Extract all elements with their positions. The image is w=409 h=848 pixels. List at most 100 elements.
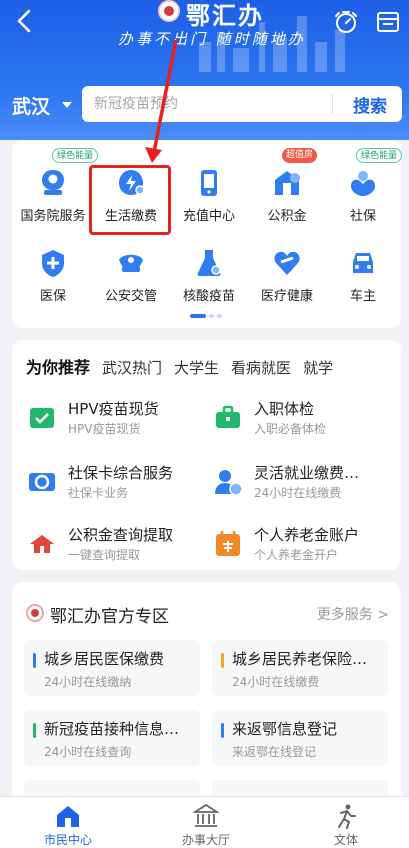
- recommend-item[interactable]: 社保卡综合服务 社保卡业务: [26, 462, 206, 506]
- tab-label: 文体: [333, 833, 358, 847]
- recommend-subtitle: HPV疫苗现货: [68, 422, 141, 436]
- app-page: 鄂汇办 办事不出门 随时随地办 武汉 搜索 绿色能量: [0, 0, 409, 848]
- accent-bar: [33, 723, 36, 738]
- recommend-title: 入职体检: [254, 400, 315, 418]
- tab-for-you[interactable]: 为你推荐: [26, 354, 90, 378]
- service-label: 公安交管: [104, 289, 157, 304]
- recommend-item[interactable]: 公积金查询提取 一键查询提取: [26, 524, 206, 568]
- official-zone-card: 鄂汇办官方专区 更多服务 > 城乡居民医保缴费 24小时在线缴纳 城乡居民养老保…: [12, 582, 401, 812]
- phone-recharge-icon: [201, 170, 217, 196]
- social-card-icon: [29, 473, 55, 491]
- tab-label: 市民中心: [43, 833, 92, 847]
- app-title: 鄂汇办: [186, 2, 264, 30]
- car-icon: [353, 253, 373, 273]
- search-input[interactable]: [94, 93, 324, 115]
- tab-citizen-center[interactable]: 市民中心: [18, 801, 118, 847]
- home-icon: [57, 806, 79, 827]
- official-service-subtitle: 来返鄂在线登记: [232, 745, 317, 759]
- service-social-security[interactable]: 绿色能量 社保: [324, 148, 403, 224]
- recommend-subtitle: 入职必备体检: [254, 422, 327, 436]
- inbox-icon[interactable]: [374, 8, 402, 36]
- stopwatch-icon[interactable]: [332, 8, 360, 36]
- recommend-title: 公积金查询提取: [68, 526, 174, 544]
- recommend-subtitle: 24小时在线缴费: [254, 486, 342, 500]
- official-service-title: 城乡居民养老保险…: [232, 650, 368, 668]
- official-service-card[interactable]: 城乡居民医保缴费 24小时在线缴纳: [24, 640, 200, 696]
- recommend-item[interactable]: HPV疫苗现货 HPV疫苗现货: [26, 398, 206, 442]
- recommend-subtitle: 一键查询提取: [68, 548, 141, 562]
- official-service-card[interactable]: 城乡居民养老保险… 24小时在线缴费: [212, 640, 388, 696]
- recommend-title: HPV疫苗现货: [68, 400, 159, 418]
- official-service-title: 城乡居民医保缴费: [44, 650, 165, 668]
- tab-college[interactable]: 大学生: [174, 357, 219, 378]
- service-label: 车主: [349, 289, 376, 304]
- search-row: 武汉 搜索: [0, 86, 409, 126]
- accent-bar: [221, 723, 224, 738]
- search-button[interactable]: 搜索: [340, 89, 400, 119]
- calendar-pension-icon: [216, 531, 240, 556]
- social-security-icon: [351, 171, 375, 196]
- promo-badge: 超值房: [282, 148, 318, 163]
- service-health[interactable]: 医疗健康: [248, 230, 326, 304]
- city-selector[interactable]: 武汉: [12, 92, 50, 119]
- highlight-box: [89, 165, 171, 235]
- service-car-owner[interactable]: 车主: [324, 230, 402, 304]
- service-grid: 绿色能量 国务院服务 生活缴费 充值中心 超值房 公积金 绿色能量 社保 医保 …: [12, 140, 403, 328]
- tab-label: 办事大厅: [181, 833, 230, 847]
- official-service-card[interactable]: 新冠疫苗接种信息… 24小时在线查询: [24, 710, 200, 766]
- tab-school[interactable]: 就学: [303, 357, 333, 378]
- official-service-card[interactable]: 来返鄂信息登记 来返鄂在线登记: [212, 710, 388, 766]
- official-service-subtitle: 24小时在线缴纳: [44, 675, 132, 689]
- header-banner: 鄂汇办 办事不出门 随时随地办 武汉 搜索: [0, 0, 409, 140]
- service-label: 公积金: [267, 209, 307, 224]
- hpv-vaccine-icon: [30, 408, 54, 428]
- police-cap-icon: [119, 254, 143, 272]
- official-zone-title: 鄂汇办官方专区: [50, 607, 169, 627]
- search-box: 搜索: [82, 86, 402, 122]
- green-energy-badge: 绿色能量: [356, 148, 403, 163]
- tab-culture-sports[interactable]: 文体: [296, 801, 396, 847]
- tab-medical[interactable]: 看病就医: [231, 357, 291, 378]
- app-logo-small: [26, 604, 44, 622]
- service-label: 医保: [39, 289, 66, 304]
- recommend-tabs: 为你推荐 武汉热门 大学生 看病就医 就学: [26, 354, 345, 378]
- recommend-subtitle: 个人养老金开户: [254, 548, 339, 562]
- person-yuan-icon: [215, 470, 243, 496]
- gov-service-icon: [42, 170, 64, 195]
- runner-icon: [338, 804, 356, 829]
- service-gov[interactable]: 绿色能量 国务院服务: [14, 148, 99, 224]
- service-nucleic-vaccine[interactable]: 核酸疫苗: [170, 230, 248, 304]
- tab-wuhan-hot[interactable]: 武汉热门: [102, 357, 162, 378]
- page-indicator: [190, 314, 225, 318]
- service-label: 国务院服务: [20, 209, 86, 224]
- recommend-title: 社保卡综合服务: [68, 464, 174, 482]
- service-police[interactable]: 公安交管: [92, 230, 170, 304]
- back-arrow-icon[interactable]: [10, 6, 40, 36]
- service-recharge[interactable]: 充值中心: [170, 150, 248, 224]
- tab-service-hall[interactable]: 办事大厅: [156, 801, 256, 847]
- recommend-item[interactable]: 个人养老金账户 个人养老金开户: [212, 524, 392, 568]
- service-label: 充值中心: [182, 209, 235, 224]
- service-medical-insurance[interactable]: 医保: [14, 230, 92, 304]
- app-slogan: 办事不出门 随时随地办: [118, 30, 306, 48]
- service-label: 社保: [349, 209, 376, 224]
- recommend-title: 灵活就业缴费…: [254, 464, 360, 482]
- chevron-down-icon[interactable]: [62, 102, 72, 108]
- official-service-title: 新冠疫苗接种信息…: [44, 720, 180, 738]
- house-fund-icon: [30, 535, 54, 553]
- bottom-tab-bar: 市民中心 办事大厅 文体: [0, 796, 409, 848]
- recommend-card: 为你推荐 武汉热门 大学生 看病就医 就学 HPV疫苗现货 HPV疫苗现货 入职体检 入…: [12, 340, 401, 570]
- hall-building-icon: [193, 803, 219, 827]
- recommend-item[interactable]: 灵活就业缴费… 24小时在线缴费: [212, 462, 392, 506]
- service-housing-fund[interactable]: 超值房 公积金: [248, 148, 326, 224]
- service-label: 医疗健康: [260, 289, 313, 304]
- recommend-subtitle: 社保卡业务: [68, 486, 129, 500]
- service-label: 核酸疫苗: [182, 289, 235, 304]
- medical-insurance-icon: [42, 250, 64, 277]
- more-services-link[interactable]: 更多服务 >: [317, 604, 389, 624]
- accent-bar: [221, 653, 224, 668]
- recommend-item[interactable]: 入职体检 入职必备体检: [212, 398, 392, 442]
- heart-health-icon: [274, 251, 300, 275]
- recommend-title: 个人养老金账户: [254, 526, 360, 544]
- accent-bar: [33, 653, 36, 668]
